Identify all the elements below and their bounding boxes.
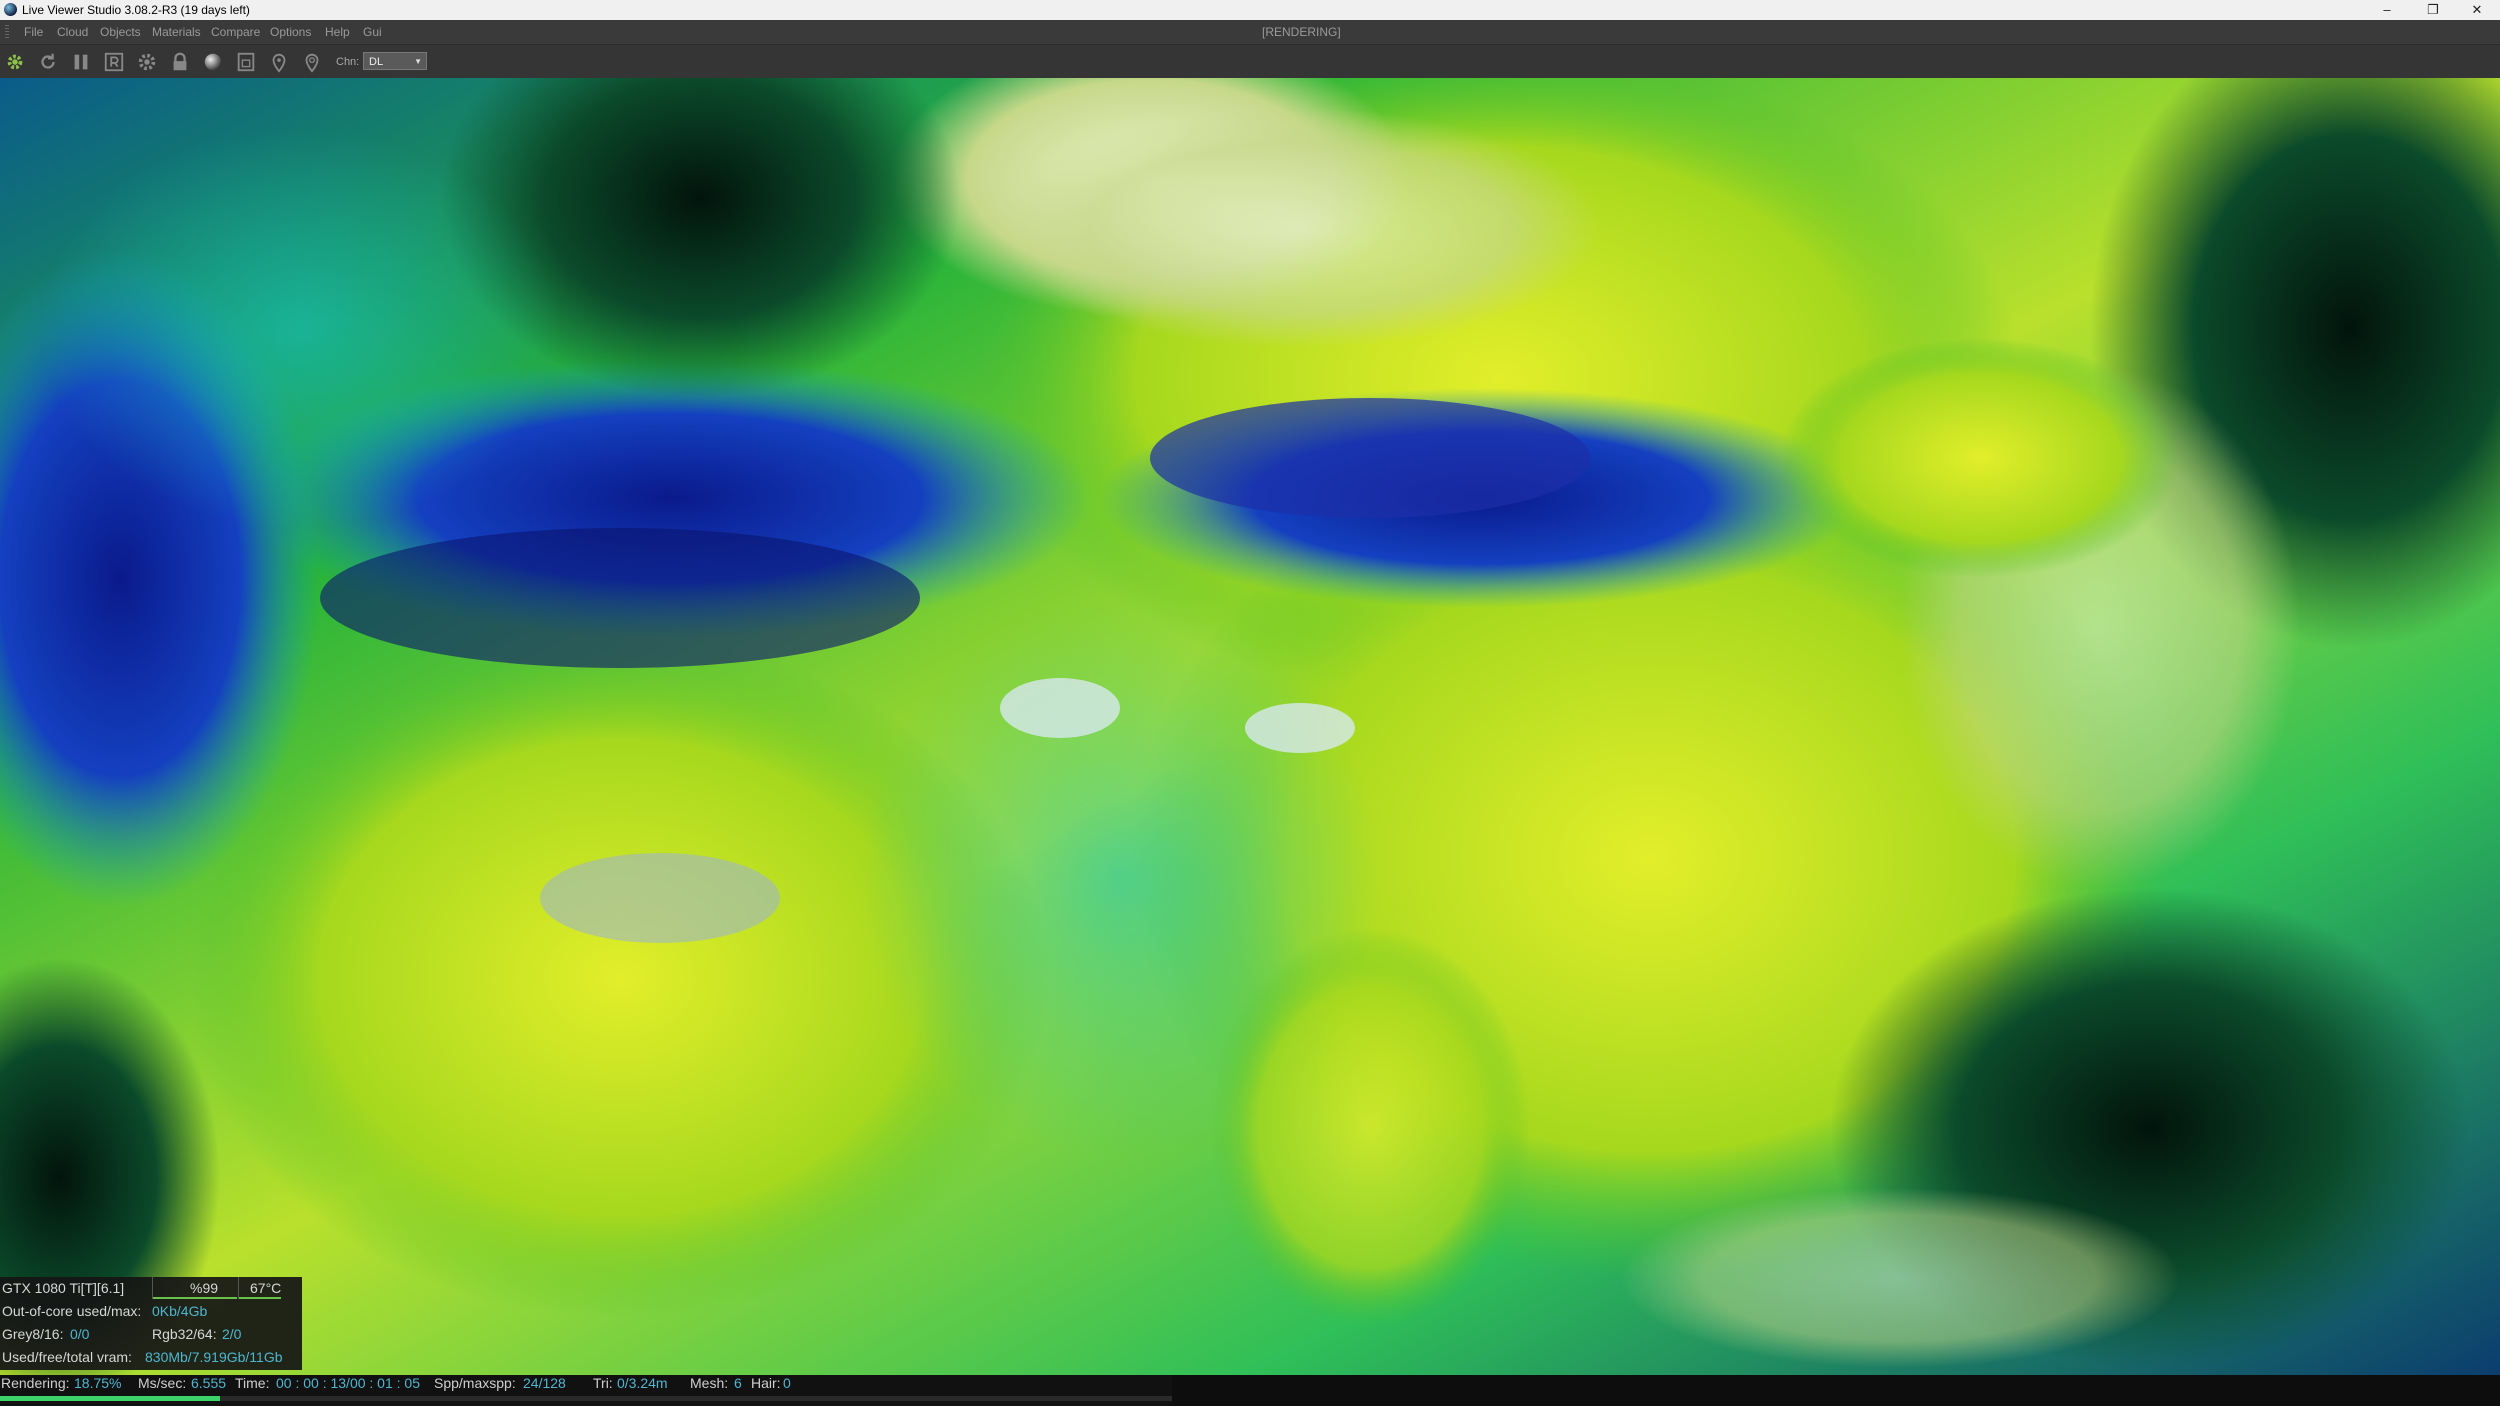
out-of-core-label: Out-of-core used/max:: [2, 1303, 142, 1319]
tri-label: Tri:: [593, 1375, 613, 1391]
maximize-button[interactable]: ❐: [2410, 0, 2456, 20]
status-bar-strip: [1172, 1375, 2500, 1406]
toolbar: Chn: DL ▼: [0, 44, 2500, 79]
render-progress-track: [0, 1396, 1172, 1401]
menu-compare[interactable]: Compare: [211, 25, 260, 39]
hair-label: Hair:: [751, 1375, 781, 1391]
focus-icon[interactable]: [234, 50, 258, 74]
vram-row: Used/free/total vram: 830Mb/7.919Gb/11Gb: [0, 1346, 302, 1368]
time-label: Time:: [235, 1375, 270, 1391]
vram-value: 830Mb/7.919Gb/11Gb: [145, 1349, 283, 1365]
ms-label: Ms/sec:: [138, 1375, 187, 1391]
tri-value: 0/3.24m: [617, 1375, 668, 1391]
menu-grip-handle[interactable]: [5, 25, 9, 39]
gpu-device-name: GTX 1080 Ti[T][6.1]: [2, 1280, 125, 1296]
time-value: 00 : 00 : 13/00 : 01 : 05: [276, 1375, 420, 1391]
channel-select[interactable]: DL ▼: [363, 52, 427, 70]
out-of-core-row: Out-of-core used/max: 0Kb/4Gb: [0, 1300, 302, 1322]
pick-icon[interactable]: [267, 50, 291, 74]
pause-icon[interactable]: [69, 50, 93, 74]
restart-icon[interactable]: [36, 50, 60, 74]
rendered-image: [0, 78, 2500, 1375]
lock-icon[interactable]: [168, 50, 192, 74]
cell-divider: [238, 1277, 239, 1299]
status-bar: Rendering: 18.75% Ms/sec: 6.555 Time: 00…: [0, 1375, 2500, 1406]
rgb-value: 2/0: [222, 1326, 242, 1342]
grey-label: Grey8/16:: [2, 1326, 64, 1342]
cell-divider: [152, 1277, 153, 1299]
rgb-label: Rgb32/64:: [152, 1326, 217, 1342]
menu-options[interactable]: Options: [270, 25, 311, 39]
texture-row: Grey8/16: 0/0 Rgb32/64: 2/0: [0, 1323, 302, 1345]
gpu-temperature: 67°C: [250, 1280, 282, 1296]
out-of-core-value: 0Kb/4Gb: [152, 1303, 208, 1319]
close-button[interactable]: ✕: [2454, 0, 2500, 20]
minimize-button[interactable]: –: [2364, 0, 2410, 20]
menu-materials[interactable]: Materials: [152, 25, 201, 39]
menu-cloud[interactable]: Cloud: [57, 25, 88, 39]
gpu-temperature-bar: [239, 1297, 281, 1299]
mesh-value: 6: [734, 1375, 742, 1391]
grey-value: 0/0: [70, 1326, 90, 1342]
gpu-stats-panel: GTX 1080 Ti[T][6.1] %99 67°C Out-of-core…: [0, 1277, 302, 1370]
window-title: Live Viewer Studio 3.08.2-R3 (19 days le…: [22, 3, 250, 17]
gpu-usage-bar: [153, 1297, 237, 1299]
app-logo-icon: [4, 3, 17, 16]
hair-value: 0: [783, 1375, 791, 1391]
region-icon[interactable]: [102, 50, 126, 74]
spp-label: Spp/maxspp:: [434, 1375, 516, 1391]
mesh-label: Mesh:: [690, 1375, 729, 1391]
title-bar: Live Viewer Studio 3.08.2-R3 (19 days le…: [0, 0, 2500, 20]
spp-value: 24/128: [523, 1375, 566, 1391]
chevron-down-icon: ▼: [414, 57, 422, 66]
render-viewport[interactable]: [0, 78, 2500, 1375]
menu-file[interactable]: File: [24, 25, 43, 39]
render-state-label: [RENDERING]: [1262, 25, 1341, 39]
settings-icon[interactable]: [135, 50, 159, 74]
menu-help[interactable]: Help: [325, 25, 350, 39]
gpu-device-row: GTX 1080 Ti[T][6.1] %99 67°C: [0, 1277, 302, 1299]
menu-objects[interactable]: Objects: [100, 25, 141, 39]
gear-icon[interactable]: [3, 50, 27, 74]
channel-label: Chn:: [336, 56, 360, 68]
vram-label: Used/free/total vram:: [2, 1349, 132, 1365]
render-progress-fill: [0, 1396, 220, 1401]
pin-icon[interactable]: [300, 50, 324, 74]
menu-gui[interactable]: Gui: [363, 25, 382, 39]
menu-bar: File Cloud Objects Materials Compare Opt…: [0, 20, 2500, 44]
ms-value: 6.555: [191, 1375, 227, 1391]
gpu-usage: %99: [190, 1280, 219, 1296]
channel-value: DL: [369, 56, 384, 68]
sphere-icon[interactable]: [201, 50, 225, 74]
rendering-value: 18.75%: [74, 1375, 122, 1391]
rendering-label: Rendering:: [1, 1375, 70, 1391]
